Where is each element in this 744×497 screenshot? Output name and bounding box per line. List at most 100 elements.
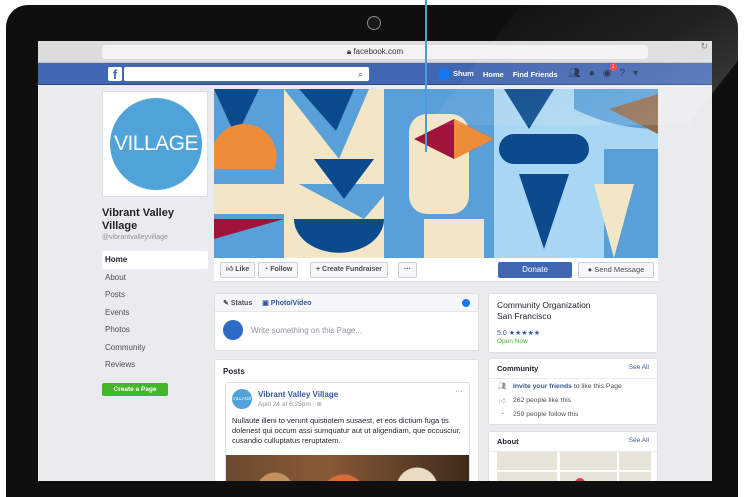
notification-badge: 1 [609, 63, 617, 71]
open-status: Open Now [497, 338, 528, 345]
pencil-icon: ✎ [223, 299, 231, 307]
like-icon: 👍︎ [226, 266, 236, 273]
page-action-bar: 👍︎ Like ◔ Follow + Create Fundraiser ···… [214, 258, 658, 282]
likes-row: 👍︎ 262 people like this [489, 393, 657, 408]
invite-text: Invite your friends to like this Page [513, 383, 622, 390]
page-info-card: Community Organization San Francisco 5.0… [488, 293, 658, 353]
sidebar-item-home[interactable]: Home [102, 251, 208, 269]
facebook-header: f ⌕ Shum Home Find Friends 👥︎ ● ◉ 1 ? ▾ [38, 63, 712, 85]
create-fundraiser-button[interactable]: + Create Fundraiser [310, 262, 388, 278]
post-author[interactable]: Vibrant Valley Village [258, 390, 338, 399]
chevron-down-icon[interactable]: ▾ [633, 67, 638, 81]
browser-toolbar: 🔒︎ facebook.com ↻ [38, 41, 712, 63]
people-icon: 👥︎ [497, 383, 507, 390]
sidebar-item-about[interactable]: About [102, 269, 208, 287]
village-logo: VILLAGE [110, 98, 202, 190]
friend-requests-icon[interactable]: 👥︎ [568, 67, 581, 81]
about-header: About See All [489, 432, 657, 452]
user-name: Shum [453, 68, 474, 78]
sidebar-item-posts[interactable]: Posts [102, 286, 208, 304]
facebook-logo[interactable]: f [108, 67, 122, 82]
send-message-button[interactable]: ● Send Message [578, 262, 654, 278]
follows-count: 259 people follow this [513, 411, 579, 418]
location-map[interactable] [497, 452, 651, 481]
page-title[interactable]: Vibrant Valley Village [102, 207, 208, 233]
header-icons: 👥︎ ● ◉ 1 ? ▾ [568, 63, 638, 81]
rating[interactable]: 5.0 ★★★★★ [497, 329, 649, 337]
post-composer: ✎ Status ▣ Photo/Video Write something o… [214, 293, 479, 351]
community-see-all[interactable]: See All [629, 364, 649, 371]
search-icon[interactable]: ⌕ [358, 67, 363, 81]
tab-status-label: Status [230, 299, 253, 307]
sidebar-item-photos[interactable]: Photos [102, 321, 208, 339]
community-title: Community [497, 364, 539, 373]
tab-photo-video-label: Photo/Video [270, 299, 312, 307]
profile-link[interactable]: Shum [438, 68, 474, 80]
post-card: VILLAGE Vibrant Valley Village April 24 … [225, 382, 470, 481]
post-image[interactable] [226, 455, 469, 481]
tab-photo-video[interactable]: ▣ Photo/Video [262, 299, 311, 307]
create-page-button[interactable]: Create a Page [102, 382, 168, 396]
invite-row: 👥︎ Invite your friends to like this Page [489, 379, 657, 393]
page-profile-picture[interactable]: VILLAGE [102, 91, 208, 197]
rss-icon: ◔ [499, 411, 505, 418]
like-label: Like [235, 266, 250, 273]
cover-art [214, 89, 658, 258]
pointer-line [425, 0, 427, 152]
rating-value: 5.0 [497, 330, 507, 337]
help-icon[interactable]: ? [619, 67, 625, 81]
avatar [223, 320, 243, 340]
about-see-all[interactable]: See All [629, 437, 649, 444]
notifications-icon[interactable]: ◉ 1 [603, 63, 617, 81]
page-nav: Home About Posts Events Photos Community… [102, 251, 208, 374]
follow-button[interactable]: ◔ Follow [258, 262, 299, 278]
likes-count: 262 people like this [513, 397, 572, 404]
page-sidebar: VILLAGE Vibrant Valley Village @vibrantv… [102, 91, 208, 396]
page-handle[interactable]: @vibrantvalleyvillage [102, 234, 208, 241]
follows-row: ◔ 259 people follow this [489, 408, 657, 421]
post-date[interactable]: April 24 at 6:25pm · ⊕ [258, 400, 322, 408]
tab-status[interactable]: ✎ Status [223, 299, 252, 307]
post-avatar[interactable]: VILLAGE [232, 389, 252, 409]
page-category[interactable]: Community Organization [497, 300, 649, 311]
more-button[interactable]: ··· [398, 262, 417, 278]
donate-button[interactable]: Donate [498, 262, 572, 278]
sidebar-item-community[interactable]: Community [102, 339, 208, 357]
header-nav: Shum Home Find Friends [438, 67, 558, 81]
sidebar-item-events[interactable]: Events [102, 304, 208, 322]
community-card: Community See All 👥︎ Invite your friends… [488, 358, 658, 425]
avatar [438, 68, 450, 80]
invite-friends-link[interactable]: Invite your friends [513, 383, 572, 390]
map-pin-icon [572, 475, 588, 481]
send-message-label: Send Message [594, 265, 645, 274]
posts-title: Posts [223, 367, 245, 376]
about-title: About [497, 437, 519, 446]
composer-input[interactable]: Write something on this Page... [251, 326, 362, 335]
screen: 🔒︎ facebook.com ↻ f ⌕ Shum Home Find Fri… [38, 41, 712, 481]
posts-section: Posts VILLAGE Vibrant Valley Village Apr… [214, 359, 479, 481]
invite-rest: to like this Page [573, 382, 622, 390]
sidebar-item-reviews[interactable]: Reviews [102, 356, 208, 374]
star-icon: ★★★★★ [508, 330, 541, 337]
reload-icon[interactable]: ↻ [700, 41, 708, 52]
post-text: Nullaute illeni to verunt quistiotem sus… [232, 416, 461, 445]
about-card: About See All [488, 431, 658, 481]
page-city: San Francisco [497, 311, 552, 321]
url-text: facebook.com [353, 47, 404, 56]
like-button[interactable]: 👍︎ Like [220, 262, 256, 278]
thumbs-up-icon: 👍︎ [498, 398, 506, 405]
messenger-icon[interactable]: ● [589, 67, 595, 81]
camera-icon [367, 16, 381, 30]
photo-icon: ▣ [262, 299, 271, 307]
follow-label: Follow [270, 266, 293, 273]
search-input[interactable]: ⌕ [124, 67, 369, 81]
composer-tabs: ✎ Status ▣ Photo/Video [215, 294, 478, 312]
post-options-icon[interactable]: ··· [455, 387, 463, 396]
laptop-frame: 🔒︎ facebook.com ↻ f ⌕ Shum Home Find Fri… [6, 5, 738, 497]
address-bar[interactable]: 🔒︎ facebook.com [102, 45, 648, 59]
nav-home[interactable]: Home [483, 70, 504, 79]
nav-find-friends[interactable]: Find Friends [513, 70, 558, 79]
cover-photo[interactable] [214, 89, 658, 258]
community-header: Community See All [489, 359, 657, 379]
audience-selector[interactable] [462, 299, 470, 307]
